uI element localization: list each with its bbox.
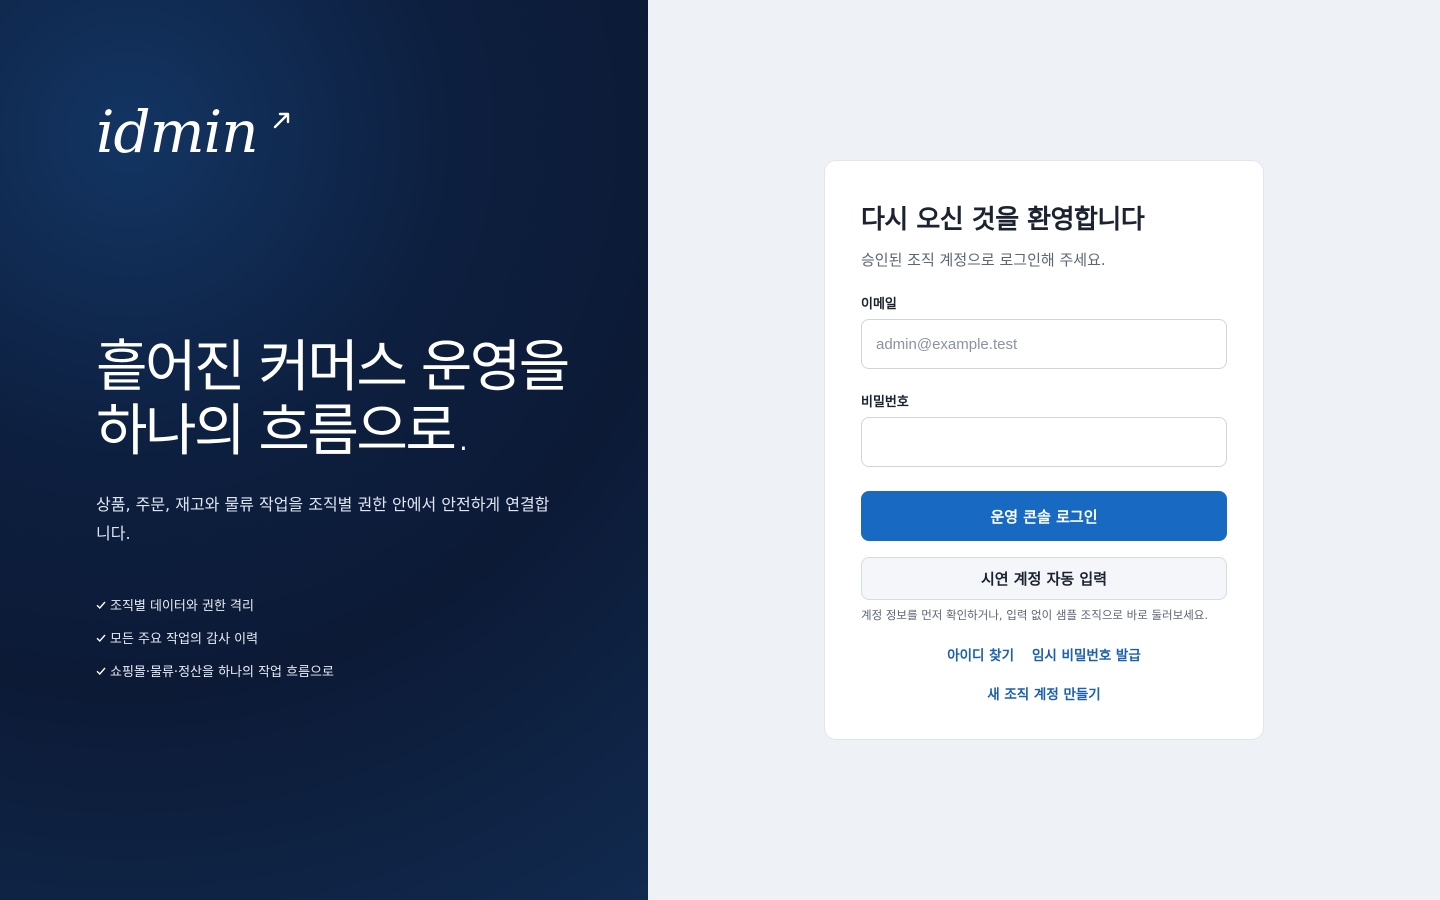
- create-account-row: 새 조직 계정 만들기: [861, 683, 1227, 703]
- account-links: 아이디 찾기 임시 비밀번호 발급: [861, 644, 1227, 664]
- password-label: 비밀번호: [861, 395, 909, 410]
- feature-item: 모든 주요 작업의 감사 이력: [96, 621, 334, 654]
- hero-headline: 흩어진 커머스 운영을 하나의 흐름으로.: [96, 335, 570, 464]
- login-button[interactable]: 운영 콘솔 로그인: [861, 491, 1227, 541]
- find-id-link[interactable]: 아이디 찾기: [947, 644, 1014, 664]
- password-field[interactable]: [861, 417, 1227, 467]
- demo-autofill-button[interactable]: 시연 계정 자동 입력: [861, 557, 1227, 600]
- email-field[interactable]: [861, 319, 1227, 369]
- feature-item: 쇼핑몰·물류·정산을 하나의 작업 흐름으로: [96, 654, 334, 687]
- feature-list: 조직별 데이터와 권한 격리 모든 주요 작업의 감사 이력 쇼핑몰·물류·정산…: [96, 588, 334, 687]
- brand-panel: idmin 흩어진 커머스 운영을 하나의 흐름으로. 상품, 주문, 재고와 …: [0, 0, 648, 900]
- login-title: 다시 오신 것을 환영합니다: [861, 205, 1145, 235]
- temp-password-link[interactable]: 임시 비밀번호 발급: [1032, 644, 1141, 664]
- logo-text: idmin: [96, 98, 259, 166]
- check-icon: [96, 634, 106, 642]
- arrow-up-right-icon: [273, 112, 290, 129]
- logo[interactable]: idmin: [96, 98, 290, 166]
- create-account-link[interactable]: 새 조직 계정 만들기: [987, 687, 1100, 703]
- email-label: 이메일: [861, 297, 897, 312]
- feature-item: 조직별 데이터와 권한 격리: [96, 588, 334, 621]
- check-icon: [96, 601, 106, 609]
- feature-label: 모든 주요 작업의 감사 이력: [110, 632, 259, 647]
- login-subtitle: 승인된 조직 계정으로 로그인해 주세요.: [861, 251, 1106, 269]
- help-text: 계정 정보를 먼저 확인하거나, 입력 없이 샘플 조직으로 바로 둘러보세요.: [861, 608, 1209, 622]
- feature-label: 쇼핑몰·물류·정산을 하나의 작업 흐름으로: [110, 665, 334, 680]
- feature-label: 조직별 데이터와 권한 격리: [110, 599, 254, 614]
- login-card: 다시 오신 것을 환영합니다 승인된 조직 계정으로 로그인해 주세요. 이메일…: [824, 160, 1264, 740]
- check-icon: [96, 667, 106, 675]
- hero-description: 상품, 주문, 재고와 물류 작업을 조직별 권한 안에서 안전하게 연결합니다…: [96, 495, 550, 543]
